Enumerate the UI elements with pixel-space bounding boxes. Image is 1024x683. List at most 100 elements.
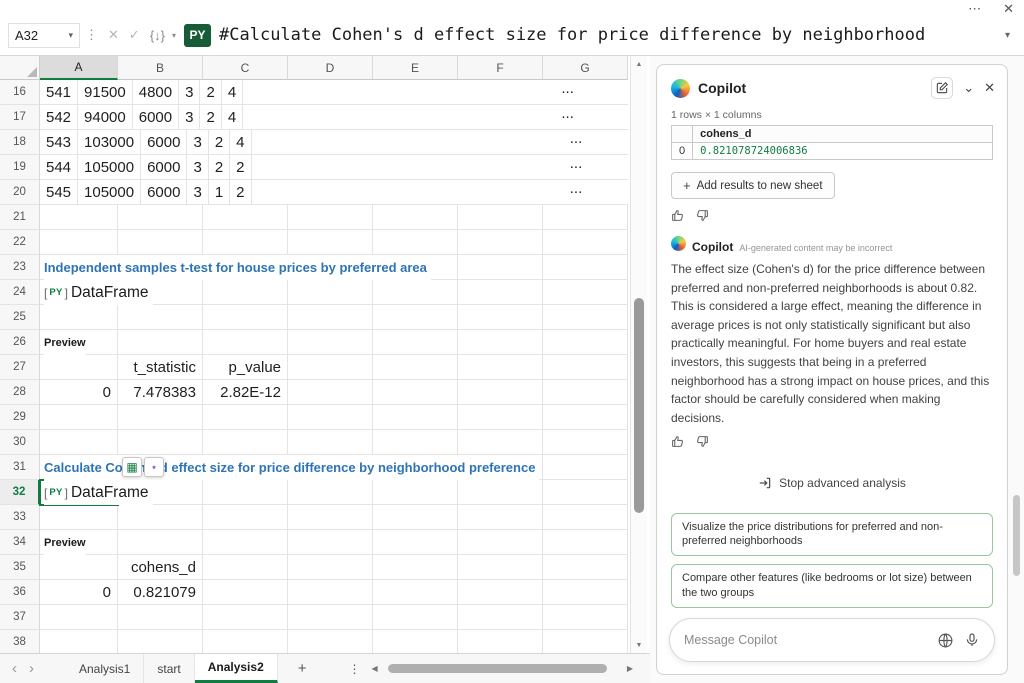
cell-A20[interactable]: 545 <box>40 180 78 205</box>
web-search-icon[interactable] <box>937 632 954 649</box>
cell-F32[interactable] <box>458 480 543 505</box>
cell-F34[interactable] <box>458 530 543 555</box>
scroll-up-button[interactable]: ▲ <box>631 56 647 72</box>
cell-G17[interactable]: ... <box>243 105 628 130</box>
cell-A27[interactable] <box>40 355 118 380</box>
sheet-tab-start[interactable]: start <box>144 654 194 683</box>
cell-E26[interactable] <box>373 330 458 355</box>
horizontal-scrollbar[interactable] <box>381 663 624 674</box>
cell-F22[interactable] <box>458 230 543 255</box>
name-box-chevron-icon[interactable]: ▾ <box>68 30 73 41</box>
cell-A25[interactable] <box>40 305 118 330</box>
cell-B17[interactable]: 94000 <box>78 105 133 130</box>
copilot-input[interactable] <box>684 633 927 647</box>
cell-C21[interactable] <box>203 205 288 230</box>
cell-E19[interactable]: 2 <box>209 155 230 180</box>
row-header-24[interactable]: 24 <box>0 280 40 305</box>
cell-G34[interactable] <box>543 530 628 555</box>
cell-F37[interactable] <box>458 605 543 630</box>
cell-F23[interactable] <box>458 255 543 280</box>
cell-G31[interactable] <box>543 455 628 480</box>
name-box[interactable]: A32 ▾ <box>8 23 80 48</box>
cell-B19[interactable]: 105000 <box>78 155 141 180</box>
cell-F26[interactable] <box>458 330 543 355</box>
column-header-E[interactable]: E <box>373 56 458 80</box>
selector-chevron-icon[interactable]: ▾ <box>170 31 178 40</box>
cell-C19[interactable]: 6000 <box>141 155 187 180</box>
cell-F20[interactable]: 2 <box>230 180 251 205</box>
cell-G32[interactable] <box>543 480 628 505</box>
cell-F21[interactable] <box>458 205 543 230</box>
row-header-28[interactable]: 28 <box>0 380 40 405</box>
row-header-38[interactable]: 38 <box>0 630 40 653</box>
cell-C29[interactable] <box>203 405 288 430</box>
cell-D19[interactable]: 3 <box>187 155 208 180</box>
formula-expand-button[interactable]: ▾ <box>997 30 1018 41</box>
cell-G29[interactable] <box>543 405 628 430</box>
cell-D33[interactable] <box>288 505 373 530</box>
sheet-tab-analysis1[interactable]: Analysis1 <box>66 654 144 683</box>
cell-C37[interactable] <box>203 605 288 630</box>
pane-scrollbar[interactable] <box>1011 56 1023 683</box>
row-header-18[interactable]: 18 <box>0 130 40 155</box>
python-object-selector-icon[interactable]: {↓} <box>145 28 170 43</box>
cell-G22[interactable] <box>543 230 628 255</box>
cell-B33[interactable] <box>118 505 203 530</box>
cell-C36[interactable] <box>203 580 288 605</box>
cell-G35[interactable] <box>543 555 628 580</box>
column-header-A[interactable]: A <box>40 56 118 80</box>
cell-C18[interactable]: 6000 <box>141 130 187 155</box>
cell-C26[interactable] <box>203 330 288 355</box>
cell-E28[interactable] <box>373 380 458 405</box>
cell-D29[interactable] <box>288 405 373 430</box>
row-header-17[interactable]: 17 <box>0 105 40 130</box>
python-card-button[interactable]: ▦ <box>122 457 142 477</box>
cell-E33[interactable] <box>373 505 458 530</box>
cell-B30[interactable] <box>118 430 203 455</box>
cell-G21[interactable] <box>543 205 628 230</box>
cell-A16[interactable]: 541 <box>40 80 78 105</box>
new-chat-button[interactable] <box>931 77 953 99</box>
row-header-19[interactable]: 19 <box>0 155 40 180</box>
cell-A18[interactable]: 543 <box>40 130 78 155</box>
cell-G19[interactable]: ... <box>252 155 629 180</box>
cell-E29[interactable] <box>373 405 458 430</box>
thumbs-up-icon[interactable] <box>671 435 684 448</box>
cell-F25[interactable] <box>458 305 543 330</box>
cell-G37[interactable] <box>543 605 628 630</box>
column-header-C[interactable]: C <box>203 56 288 80</box>
formula-input[interactable]: #Calculate Cohen's d effect size for pri… <box>219 25 997 45</box>
cell-A33[interactable] <box>40 505 118 530</box>
cell-D36[interactable] <box>288 580 373 605</box>
cell-C20[interactable]: 6000 <box>141 180 187 205</box>
suggestion-chip-2[interactable]: Compare other features (like bedrooms or… <box>671 564 993 608</box>
cell-E17[interactable]: 2 <box>200 105 221 130</box>
cell-E22[interactable] <box>373 230 458 255</box>
thumbs-down-icon[interactable] <box>696 209 709 222</box>
sheet-nav-prev-button[interactable]: ‹ <box>6 660 23 677</box>
cell-E21[interactable] <box>373 205 458 230</box>
cell-F36[interactable] <box>458 580 543 605</box>
cell-F38[interactable] <box>458 630 543 653</box>
cell-D38[interactable] <box>288 630 373 653</box>
thumbs-up-icon[interactable] <box>671 209 684 222</box>
cell-G27[interactable] <box>543 355 628 380</box>
row-header-25[interactable]: 25 <box>0 305 40 330</box>
cell-B35[interactable]: cohens_d <box>118 555 203 580</box>
cell-E30[interactable] <box>373 430 458 455</box>
cell-B25[interactable] <box>118 305 203 330</box>
cell-B18[interactable]: 103000 <box>78 130 141 155</box>
cell-D30[interactable] <box>288 430 373 455</box>
cell-D21[interactable] <box>288 205 373 230</box>
cell-A29[interactable] <box>40 405 118 430</box>
column-header-B[interactable]: B <box>118 56 203 80</box>
pane-scroll-thumb[interactable] <box>1013 495 1020 577</box>
cell-D20[interactable]: 3 <box>187 180 208 205</box>
cell-E36[interactable] <box>373 580 458 605</box>
cell-D24[interactable] <box>288 280 373 305</box>
cell-D22[interactable] <box>288 230 373 255</box>
cell-D17[interactable]: 3 <box>179 105 200 130</box>
cell-C27[interactable]: p_value <box>203 355 288 380</box>
microphone-icon[interactable] <box>964 632 980 648</box>
row-header-20[interactable]: 20 <box>0 180 40 205</box>
